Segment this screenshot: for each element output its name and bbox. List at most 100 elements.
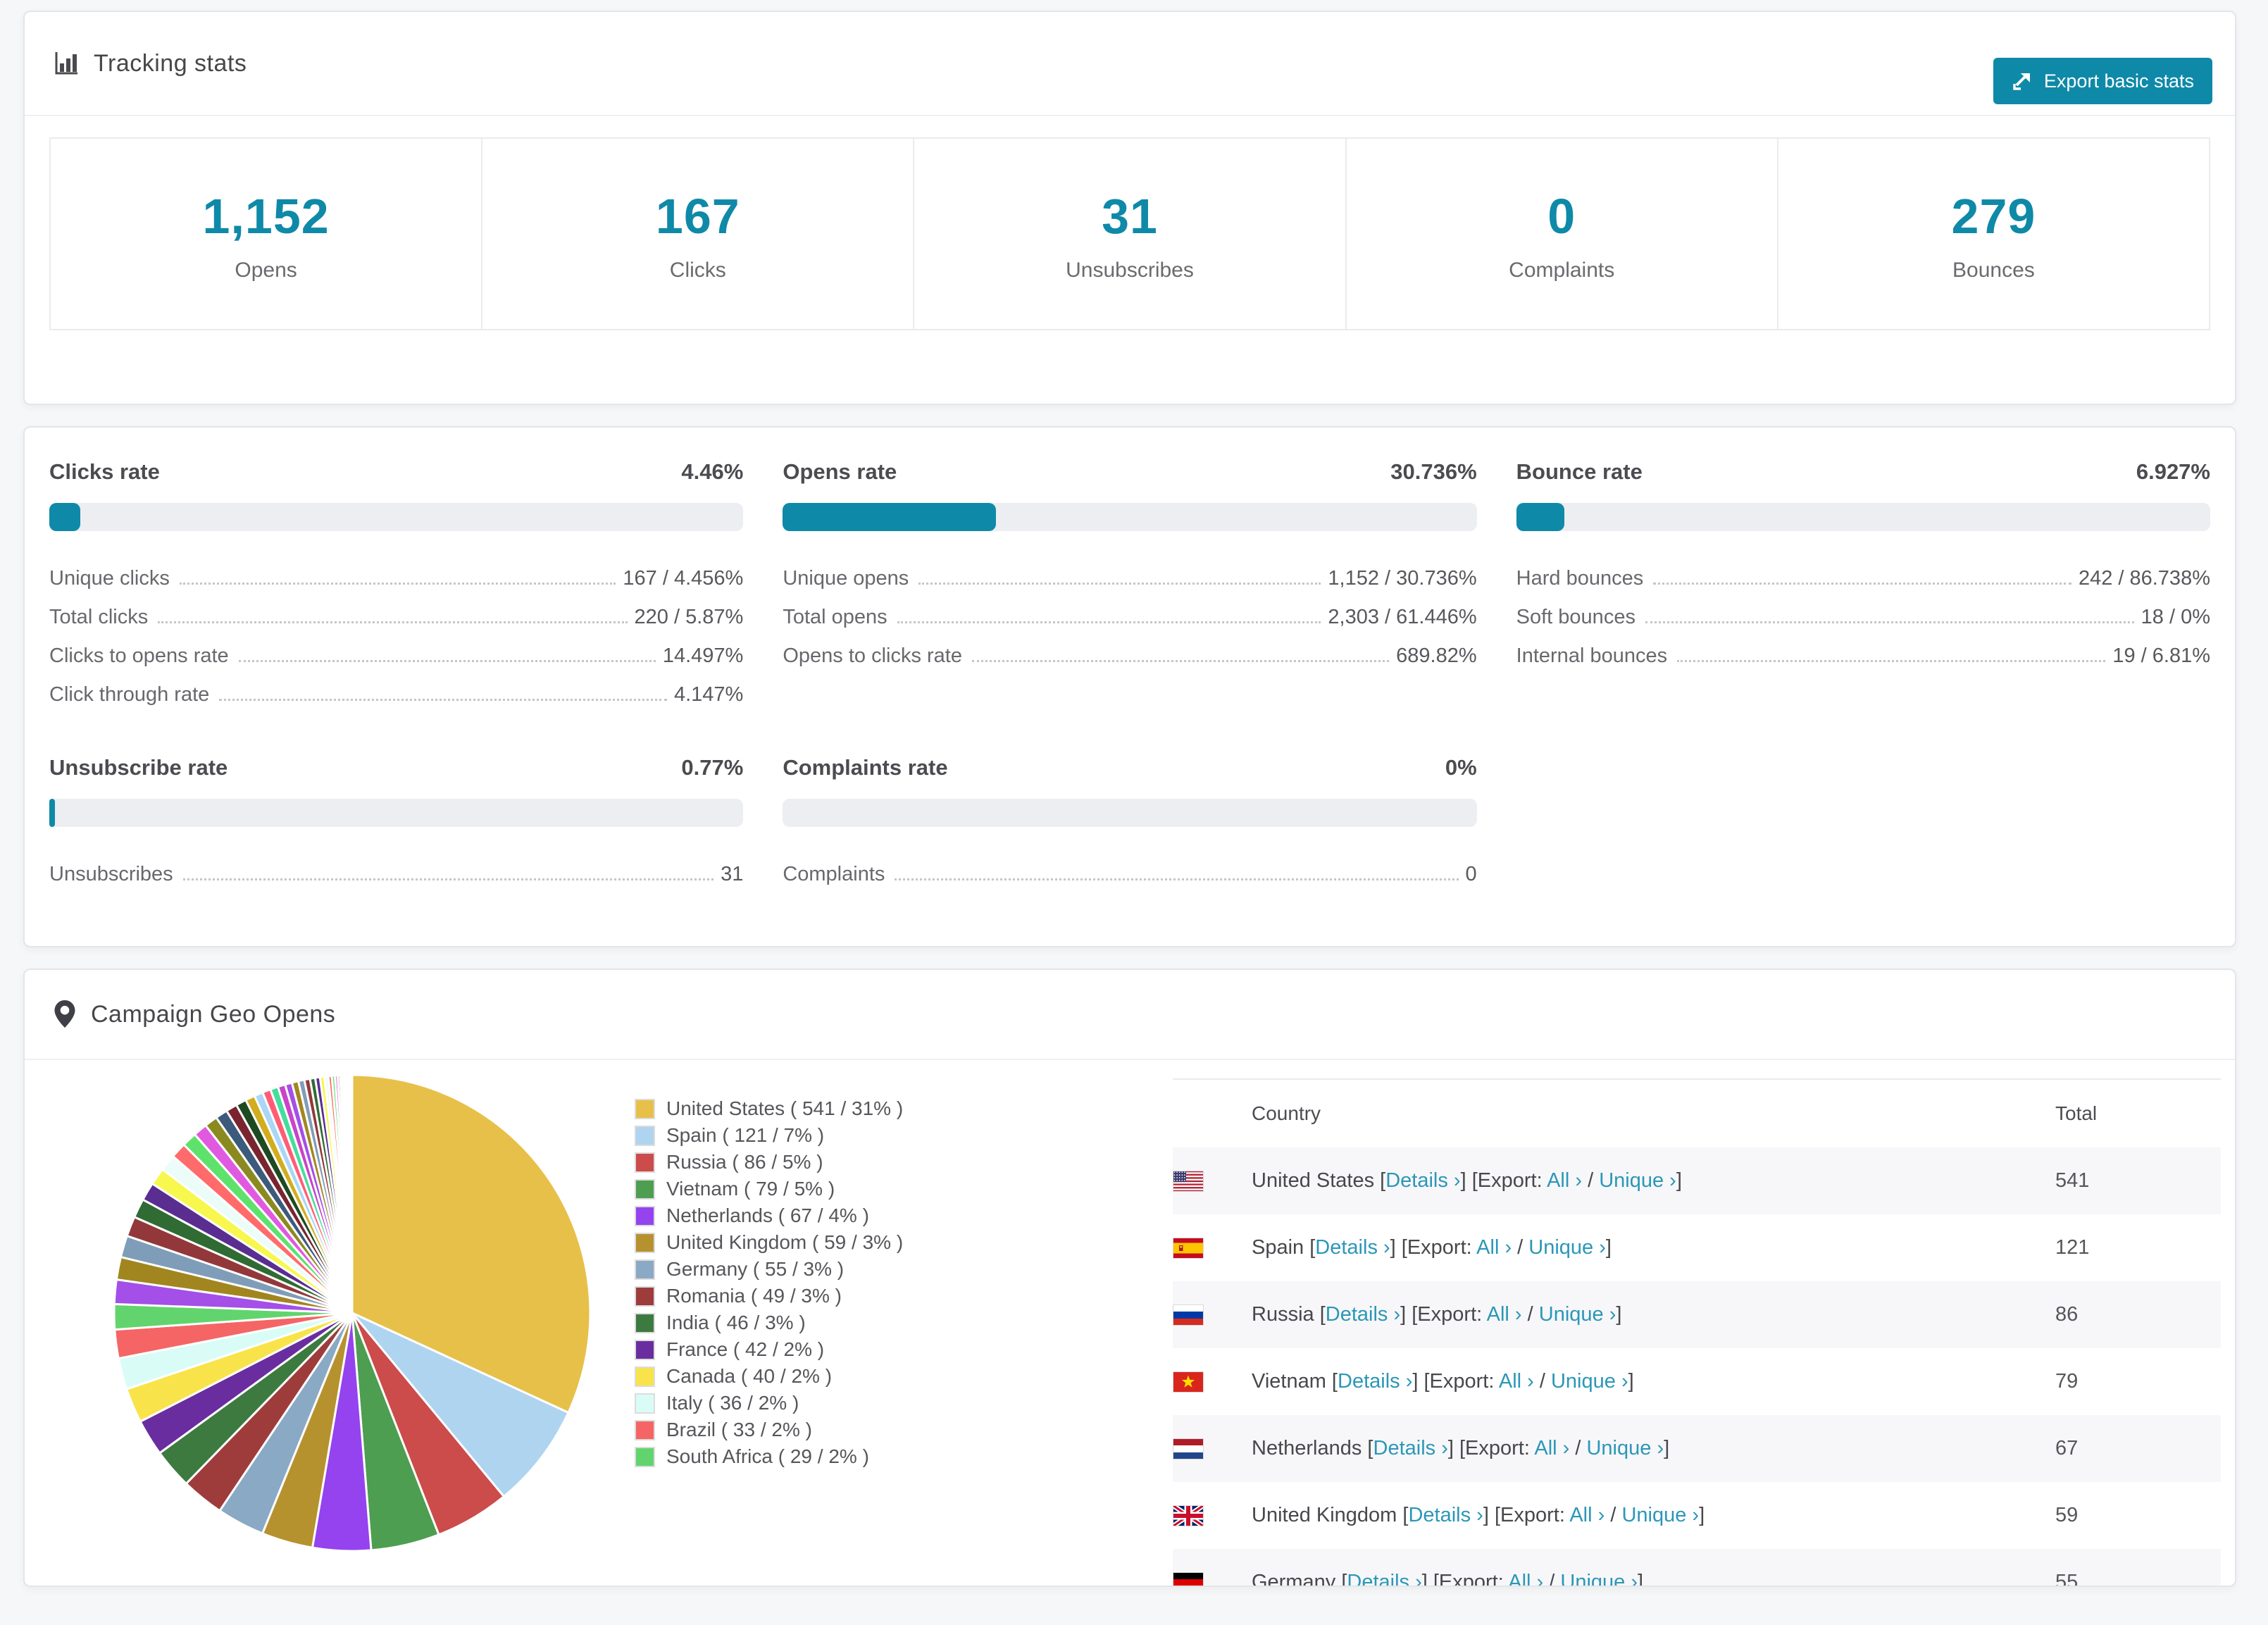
country-links-cell: Spain [Details ›] [Export: All › / Uniqu…: [1252, 1214, 2055, 1281]
stat-box-unsubscribes: 31 Unsubscribes: [913, 137, 1346, 330]
country-name: Netherlands: [1252, 1437, 1362, 1459]
rate-detail-label: Click through rate: [49, 683, 209, 706]
export-unique-link[interactable]: Unique ›: [1621, 1504, 1699, 1526]
dotted-leader: [180, 583, 616, 585]
campaign-geo-opens-card: Campaign Geo Opens United States ( 541 /…: [23, 969, 2236, 1587]
rate-detail-row: Complaints 0: [783, 855, 1476, 894]
country-name: Russia: [1252, 1303, 1314, 1326]
export-unique-link[interactable]: Unique ›: [1599, 1169, 1676, 1192]
dotted-leader: [219, 699, 667, 701]
country-total: 86: [2055, 1303, 2078, 1326]
ru-flag-icon: [1173, 1305, 1252, 1326]
details-link[interactable]: Details ›: [1408, 1504, 1483, 1526]
geo-table-row-netherlands: Netherlands [Details ›] [Export: All › /…: [1173, 1415, 2221, 1482]
country-flag-cell: [1173, 1415, 1252, 1482]
rate-detail-value: 31: [721, 863, 743, 886]
country-links-cell: United States [Details ›] [Export: All ›…: [1252, 1147, 2055, 1214]
rate-block-clicks-rate: Clicks rate 4.46% Unique clicks 167 / 4.…: [49, 459, 743, 714]
country-total: 59: [2055, 1504, 2078, 1526]
legend-item-france: France ( 42 / 2% ): [634, 1336, 1085, 1363]
rate-progress-track: [1516, 503, 2210, 531]
rate-detail-value: 2,303 / 61.446%: [1328, 606, 1476, 629]
rate-detail-row: Internal bounces 19 / 6.81%: [1516, 637, 2210, 675]
rate-detail-row: Click through rate 4.147%: [49, 675, 743, 714]
geo-table-row-united-kingdom: United Kingdom [Details ›] [Export: All …: [1173, 1482, 2221, 1549]
stat-label: Opens: [51, 259, 481, 282]
rate-block-bounce-rate: Bounce rate 6.927% Hard bounces 242 / 86…: [1516, 459, 2210, 714]
legend-label: Brazil ( 33 / 2% ): [666, 1419, 812, 1441]
rate-detail-label: Complaints: [783, 863, 885, 886]
rate-detail-value: 689.82%: [1396, 645, 1477, 668]
rate-detail-label: Opens to clicks rate: [783, 645, 962, 668]
rate-progress-fill: [49, 503, 80, 531]
rate-block-opens-rate: Opens rate 30.736% Unique opens 1,152 / …: [783, 459, 1476, 714]
export-all-link[interactable]: All ›: [1534, 1437, 1569, 1459]
rate-detail-value: 220 / 5.87%: [635, 606, 744, 629]
dotted-leader: [895, 878, 1458, 880]
geo-table-row-russia: Russia [Details ›] [Export: All › / Uniq…: [1173, 1281, 2221, 1348]
rate-progress-track: [783, 799, 1476, 827]
rate-title: Clicks rate: [49, 459, 160, 485]
stat-box-clicks: 167Clicks: [481, 137, 914, 330]
rate-detail-label: Soft bounces: [1516, 606, 1635, 629]
geo-table-row-united-states: United States [Details ›] [Export: All ›…: [1173, 1147, 2221, 1214]
country-name: Germany: [1252, 1571, 1335, 1587]
geo-table-header-row: Country Total: [1173, 1079, 2221, 1147]
rate-heading: Clicks rate 4.46%: [49, 459, 743, 485]
export-all-link[interactable]: All ›: [1569, 1504, 1605, 1526]
rate-detail-rows: Unique opens 1,152 / 30.736% Total opens…: [783, 559, 1476, 675]
stat-value: 31: [914, 188, 1345, 244]
geo-opens-title: Campaign Geo Opens: [91, 1001, 335, 1028]
us-flag-icon: [1173, 1171, 1252, 1192]
rate-percent: 4.46%: [681, 459, 743, 485]
rate-detail-row: Unsubscribes 31: [49, 855, 743, 894]
dotted-leader: [918, 583, 1321, 585]
export-all-link[interactable]: All ›: [1508, 1571, 1543, 1587]
country-total-cell: 121: [2055, 1214, 2221, 1281]
details-link[interactable]: Details ›: [1315, 1236, 1390, 1259]
rate-detail-label: Clicks to opens rate: [49, 645, 229, 668]
rate-detail-rows: Unsubscribes 31: [49, 855, 743, 894]
geo-opens-header: Campaign Geo Opens: [25, 970, 2235, 1060]
rate-heading: Unsubscribe rate 0.77%: [49, 755, 743, 780]
geo-table-row-spain: Spain [Details ›] [Export: All › / Uniqu…: [1173, 1214, 2221, 1281]
export-unique-link[interactable]: Unique ›: [1560, 1571, 1638, 1587]
legend-item-germany: Germany ( 55 / 3% ): [634, 1256, 1085, 1283]
details-link[interactable]: Details ›: [1326, 1303, 1400, 1326]
country-links-cell: Germany [Details ›] [Export: All › / Uni…: [1252, 1549, 2055, 1587]
legend-swatch: [636, 1368, 654, 1386]
nl-flag-icon: [1173, 1438, 1252, 1459]
rate-detail-label: Unique clicks: [49, 567, 170, 590]
rate-detail-value: 1,152 / 30.736%: [1328, 567, 1476, 590]
export-all-link[interactable]: All ›: [1487, 1303, 1522, 1326]
rate-percent: 6.927%: [2136, 459, 2210, 485]
stat-box-bounces: 279Bounces: [1777, 137, 2210, 330]
details-link[interactable]: Details ›: [1385, 1169, 1460, 1192]
export-all-link[interactable]: All ›: [1499, 1370, 1534, 1393]
rate-progress-track: [49, 503, 743, 531]
stat-value: 1,152: [51, 188, 481, 244]
legend-label: Russia ( 86 / 5% ): [666, 1151, 823, 1173]
rate-detail-value: 242 / 86.738%: [2079, 567, 2210, 590]
export-unique-link[interactable]: Unique ›: [1539, 1303, 1616, 1326]
legend-label: Romania ( 49 / 3% ): [666, 1285, 842, 1307]
stat-label: Unsubscribes: [914, 259, 1345, 282]
country-total-cell: 86: [2055, 1281, 2221, 1348]
summary-stats-row: 1,152Opens167Clicks31Unsubscribes0Compla…: [49, 137, 2210, 330]
legend-label: United Kingdom ( 59 / 3% ): [666, 1231, 903, 1254]
stat-value: 279: [1778, 188, 2209, 244]
details-link[interactable]: Details ›: [1347, 1571, 1421, 1587]
export-all-link[interactable]: All ›: [1476, 1236, 1512, 1259]
details-link[interactable]: Details ›: [1373, 1437, 1448, 1459]
export-unique-link[interactable]: Unique ›: [1586, 1437, 1664, 1459]
country-total-cell: 79: [2055, 1348, 2221, 1415]
export-all-link[interactable]: All ›: [1547, 1169, 1582, 1192]
geo-opens-table: Country Total United States [Details ›] …: [1173, 1078, 2221, 1587]
dotted-leader: [972, 660, 1389, 662]
rate-progress-fill: [783, 503, 996, 531]
export-unique-link[interactable]: Unique ›: [1528, 1236, 1606, 1259]
export-basic-stats-button[interactable]: Export basic stats: [1993, 58, 2212, 104]
details-link[interactable]: Details ›: [1338, 1370, 1412, 1393]
rate-heading: Bounce rate 6.927%: [1516, 459, 2210, 485]
export-unique-link[interactable]: Unique ›: [1551, 1370, 1628, 1393]
